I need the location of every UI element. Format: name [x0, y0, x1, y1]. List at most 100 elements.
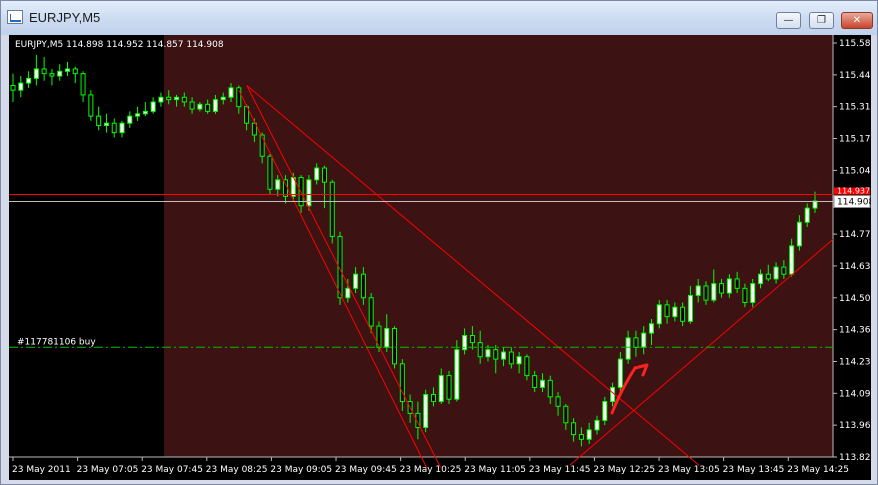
- candle-body: [127, 115, 133, 124]
- price-axis-label: 115.175: [839, 135, 871, 145]
- candle-body: [360, 273, 366, 299]
- candle-body: [532, 375, 538, 388]
- restore-icon[interactable]: ❐: [809, 12, 834, 29]
- window-titlebar[interactable]: EURJPY,M5 — ❐ ✕: [1, 1, 877, 35]
- candle-body: [539, 379, 545, 388]
- candle-body: [625, 337, 631, 360]
- candle-body: [555, 396, 561, 407]
- time-axis-label: 23 May 11:05: [464, 465, 526, 475]
- candle-body: [508, 351, 514, 365]
- candle-body: [150, 101, 156, 112]
- chart-header-ohlc: EURJPY,M5 114.898 114.952 114.857 114.90…: [15, 40, 224, 50]
- price-axis-label: 115.310: [839, 103, 871, 113]
- candle-body: [547, 379, 553, 398]
- candle-body: [267, 155, 273, 190]
- time-axis-label: 23 May 13:45: [723, 465, 785, 475]
- candle-body: [664, 304, 670, 318]
- candle-body: [96, 115, 102, 127]
- close-icon[interactable]: ✕: [841, 12, 873, 29]
- candle-body: [181, 96, 187, 103]
- candle-body: [57, 70, 63, 77]
- price-axis-label: 114.365: [839, 326, 871, 336]
- candle-body: [321, 167, 327, 183]
- price-axis-label: 115.445: [839, 71, 871, 81]
- candle-body: [72, 68, 78, 75]
- minimize-icon[interactable]: —: [776, 12, 801, 29]
- candle-body: [695, 285, 701, 296]
- candle-body: [687, 294, 693, 322]
- time-axis-label: 23 May 12:25: [593, 465, 655, 475]
- candle-body: [648, 323, 654, 334]
- time-axis-label: 23 May 2011: [12, 465, 71, 475]
- candle-body: [719, 283, 725, 294]
- price-axis-label: 114.230: [839, 357, 871, 367]
- time-axis-label: 23 May 07:45: [141, 465, 203, 475]
- candle-body: [220, 96, 226, 101]
- candle-body: [49, 73, 55, 77]
- candle-body: [430, 393, 436, 403]
- candle-body: [446, 375, 452, 400]
- candle-body: [166, 96, 172, 101]
- candle-body: [275, 179, 281, 190]
- candle-body: [205, 103, 211, 112]
- candle-body: [103, 122, 109, 127]
- candle-body: [485, 349, 491, 358]
- time-axis-label: 23 May 14:25: [787, 465, 849, 475]
- candle-body: [80, 73, 86, 96]
- candle-body: [773, 266, 779, 280]
- candle-body: [563, 405, 569, 424]
- chart-window: EURJPY,M5 — ❐ ✕ 115.580115.445115.310115…: [0, 0, 878, 485]
- candle-body: [197, 103, 203, 110]
- candle-body: [602, 401, 608, 421]
- candle-body: [578, 434, 584, 440]
- price-axis-label: 114.095: [839, 389, 871, 399]
- time-axis-label: 23 May 10:25: [400, 465, 462, 475]
- time-axis-label: 23 May 09:45: [335, 465, 397, 475]
- chart-svg[interactable]: 115.580 115.445 115.310 115.175 115.040 114.9…: [9, 35, 871, 480]
- candle-body: [804, 207, 810, 223]
- candle-body: [392, 327, 398, 365]
- candle-body: [345, 287, 351, 299]
- price-axis-label: 114.770: [839, 230, 871, 240]
- price-axis-label: 115.040: [839, 166, 871, 176]
- price-chart[interactable]: 115.580 115.445 115.310 115.175 115.040 114.9…: [9, 35, 871, 480]
- time-axis-label: 23 May 08:25: [206, 465, 268, 475]
- time-axis-label: 23 May 13:05: [658, 465, 720, 475]
- candle-body: [680, 306, 686, 322]
- candle-body: [594, 419, 600, 431]
- time-axis-label: 23 May 09:05: [270, 465, 332, 475]
- candle-body: [33, 68, 39, 79]
- candle-body: [493, 349, 499, 360]
- candle-body: [423, 393, 429, 429]
- candle-body: [111, 122, 117, 134]
- candle-body: [212, 99, 218, 112]
- candle-body: [617, 358, 623, 388]
- price-axis-label: 114.635: [839, 262, 871, 272]
- candle-body: [742, 287, 748, 303]
- candle-body: [353, 273, 359, 289]
- candle-body: [142, 110, 148, 115]
- time-axis-label: 23 May 11:45: [529, 465, 591, 475]
- candle-body: [469, 335, 475, 344]
- candle-body: [789, 245, 795, 275]
- price-axis-label: 113.960: [839, 421, 871, 431]
- ask-price-label: 114.937: [837, 187, 870, 196]
- candle-body: [656, 304, 662, 325]
- bid-price-label: 114.908: [837, 198, 871, 208]
- candle-body: [703, 285, 709, 301]
- candle-body: [10, 84, 16, 91]
- candle-body: [329, 181, 335, 237]
- candle-body: [174, 96, 180, 101]
- candle-body: [384, 327, 390, 348]
- candle-body: [438, 375, 444, 403]
- candle-body: [454, 349, 460, 400]
- candle-body: [610, 386, 616, 403]
- candle-body: [41, 68, 47, 75]
- candle-body: [119, 122, 125, 134]
- candle-body: [524, 356, 530, 377]
- candle-body: [228, 87, 234, 98]
- price-axis-label: 114.500: [839, 294, 871, 304]
- candle-body: [750, 283, 756, 303]
- session-shade: [164, 35, 833, 457]
- candle-body: [586, 429, 592, 440]
